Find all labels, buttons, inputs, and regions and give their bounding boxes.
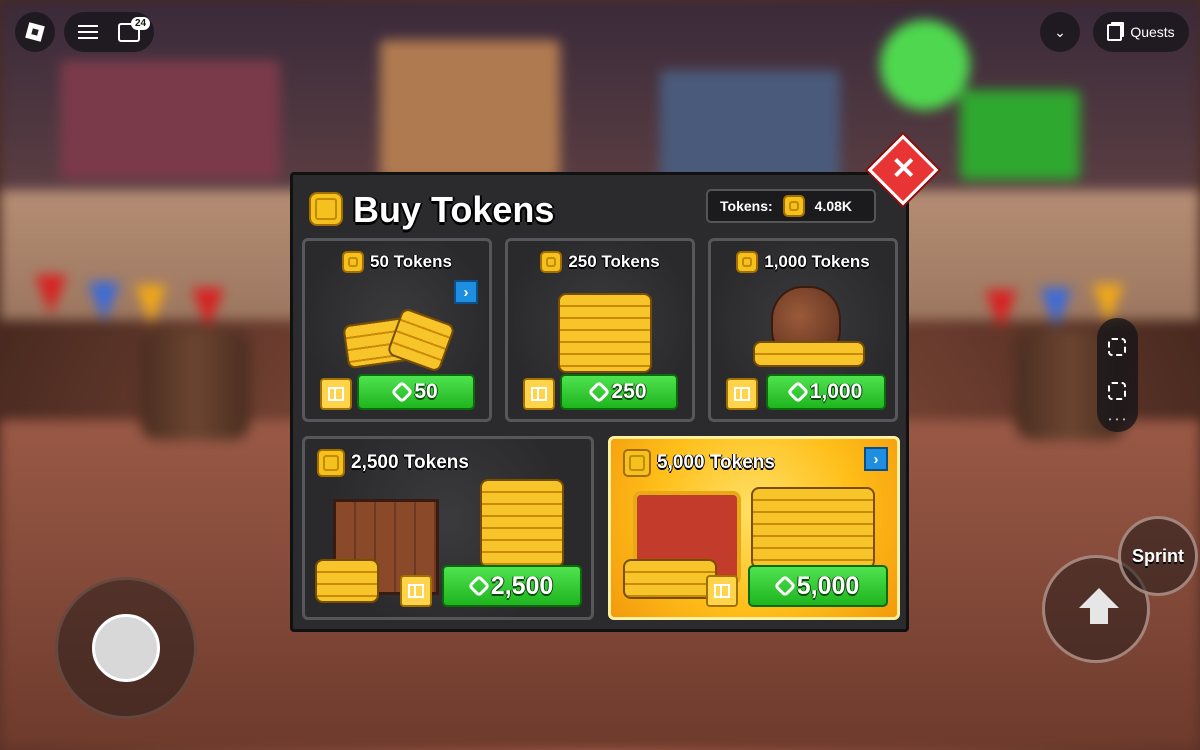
sprint-label: Sprint [1132,545,1184,566]
buy-button-250[interactable]: 250 [560,374,678,410]
chevron-down-icon: ⌄ [1054,23,1066,40]
coin-icon [623,449,651,477]
gift-button[interactable] [726,378,758,410]
product-card-5000[interactable]: 5,000 Tokens › 5,000 [608,436,900,620]
balance-label: Tokens: [720,198,773,214]
joystick-knob[interactable] [92,614,160,682]
product-card-2500[interactable]: 2,500 Tokens 2,500 [302,436,594,620]
arrow-right-icon[interactable]: › [454,280,478,304]
price-value: 5,000 [796,571,860,600]
jump-arrow-icon [1079,588,1119,608]
gift-button[interactable] [400,575,432,607]
menu-icon[interactable] [78,25,98,39]
gift-button[interactable] [320,378,352,410]
quests-label: Quests [1130,24,1175,40]
sprint-button[interactable]: Sprint [1118,516,1198,596]
product-name: 50 Tokens [370,252,452,271]
side-tools-panel: • • • [1097,318,1138,432]
token-balance: Tokens: 4.08K [706,189,876,223]
price-value: 2,500 [490,571,554,600]
price-value: 50 [414,380,438,403]
buy-button-1000[interactable]: 1,000 [766,374,886,410]
coin-icon [317,449,345,477]
gift-icon [328,387,344,401]
coin-stack-image [558,293,652,373]
product-card-50[interactable]: 50 Tokens › 50 [302,238,492,422]
robux-icon [588,380,611,404]
buy-button-5000[interactable]: 5,000 [748,565,888,607]
capture-icon[interactable] [1108,382,1126,400]
gift-button[interactable] [706,575,738,607]
arrow-right-icon[interactable]: › [864,447,888,471]
robux-icon [786,380,810,404]
gift-button[interactable] [523,378,555,410]
gift-icon [408,584,424,598]
joystick[interactable] [55,577,197,719]
screenshot-icon[interactable] [1108,338,1126,356]
close-icon: ✕ [891,152,917,186]
robux-icon [773,574,797,598]
roblox-menu-button[interactable] [15,12,55,52]
price-value: 1,000 [809,380,863,403]
quests-button[interactable]: Quests [1093,12,1189,52]
coin-icon [782,195,805,217]
roblox-logo-icon [25,22,45,42]
modal-title: Buy Tokens [353,189,555,230]
quests-icon [1107,23,1123,41]
buy-button-50[interactable]: 50 [357,374,475,410]
balance-value: 4.08K [814,198,852,214]
coin-icon [309,192,343,226]
expand-button[interactable]: ⌄ [1040,12,1080,52]
robux-icon [467,574,491,598]
product-name: 5,000 Tokens [657,452,775,473]
product-name: 1,000 Tokens [764,252,870,271]
buy-button-2500[interactable]: 2,500 [442,565,582,607]
gift-icon [734,387,750,401]
chat-unread-badge: 24 [131,17,151,30]
coin-icon [342,251,365,273]
product-card-1000[interactable]: 1,000 Tokens 1,000 [708,238,898,422]
gift-icon [531,387,547,401]
product-name: 250 Tokens [568,252,660,271]
product-card-250[interactable]: 250 Tokens 250 [505,238,695,422]
coin-icon [736,251,759,273]
product-name: 2,500 Tokens [351,452,469,473]
coin-icon [540,251,563,273]
robux-icon [390,380,414,404]
buy-tokens-modal: Buy Tokens Tokens: 4.08K ✕ 50 Tokens › 5… [290,134,939,632]
price-value: 250 [611,380,647,403]
drag-handle[interactable]: • • • [1097,415,1138,424]
gift-icon [714,584,730,598]
